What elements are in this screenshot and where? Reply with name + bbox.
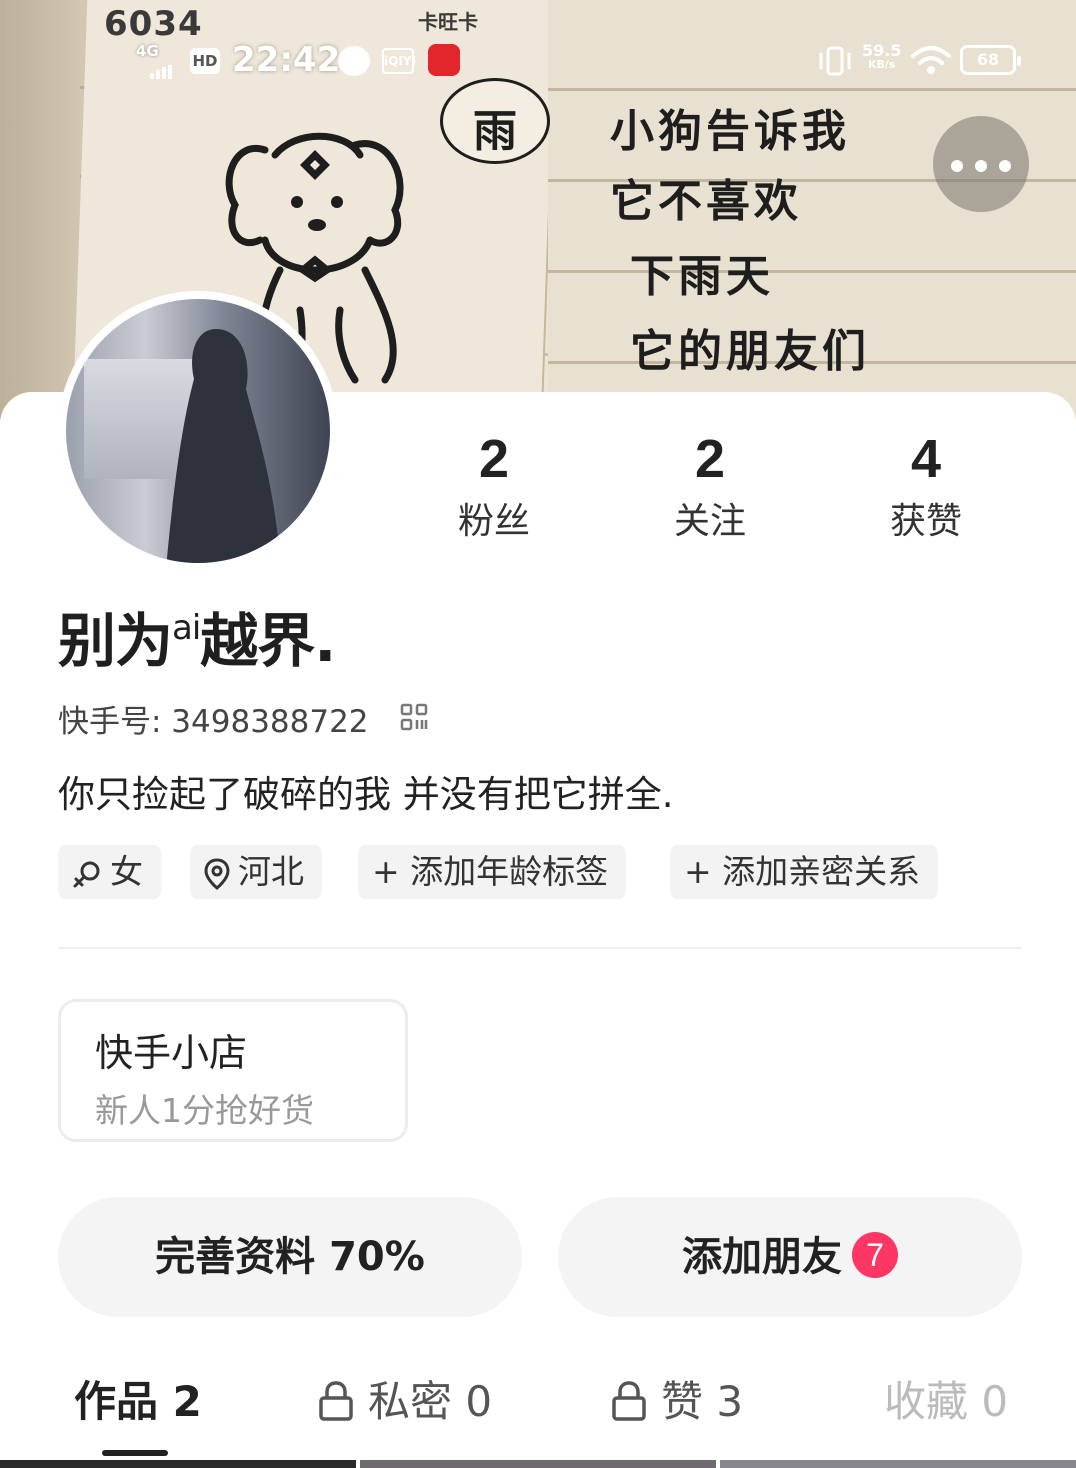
tag-add-age[interactable]: + 添加年龄标签 [358,845,627,899]
divider [58,947,1022,949]
tab-liked[interactable]: 赞 3 [611,1368,743,1429]
add-friends-button[interactable]: 添加朋友 7 [558,1197,1022,1317]
tag-label: 河北 [238,852,304,891]
nickname-part: 别为 [58,607,173,675]
nickname-part: 越界. [200,607,336,675]
status-bar: 4G HD 22:42 iQIYI 59.5 KB/s 68 [0,0,1076,120]
tag-label: 女 [110,852,143,891]
profile-bio: 你只捡起了破碎的我 并没有把它拼全. [58,773,674,816]
status-time: 22:42 [232,40,341,80]
app-notification-icon [428,44,460,76]
tab-favorites[interactable]: 收藏 0 [884,1368,1008,1429]
stat-number: 2 [694,429,726,489]
kuaishou-id: 快手号: 3498388722 [58,704,369,740]
profile-nickname: 别为ai越界. [58,594,336,678]
battery-icon: 68 [960,45,1021,75]
shop-subtitle: 新人1分抢好货 [95,1091,314,1130]
work-thumbnail[interactable] [720,1460,1076,1468]
notification-badge: 7 [852,1232,898,1278]
shop-title: 快手小店 [95,1031,248,1075]
cover-handwriting-line: 它不喜欢 [610,176,802,227]
vibrate-icon [819,46,851,76]
wifi-icon [911,46,951,74]
app-notification-icon [338,46,370,76]
work-thumbnail[interactable] [0,1460,356,1468]
kuaishou-shop-card[interactable]: 快手小店 新人1分抢好货 [58,999,408,1142]
stat-number: 2 [478,429,510,489]
stat-likes[interactable]: 4 获赞 [846,424,1006,550]
qr-code-icon[interactable] [400,703,428,731]
tag-gender[interactable]: 女 [58,845,161,899]
more-options-button[interactable] [933,116,1029,212]
tab-label: 私密 0 [368,1377,493,1426]
complete-profile-button[interactable]: 完善资料 70% [58,1197,522,1317]
stat-following[interactable]: 2 关注 [630,424,790,550]
lock-icon [612,1380,646,1421]
works-grid-preview [0,1460,1076,1468]
cover-handwriting-line: 下雨天 [630,251,774,302]
signal-icon [150,60,174,79]
hd-icon: HD [190,48,220,74]
location-pin-icon [204,857,230,890]
female-icon [73,861,100,887]
tag-add-relationship[interactable]: + 添加亲密关系 [670,845,939,899]
cover-handwriting-line: 它的朋友们 [630,326,870,377]
nickname-superscript: ai [172,608,201,648]
avatar-silhouette [166,329,281,563]
lock-icon [319,1380,353,1421]
iqiyi-icon: iQIYI [382,48,416,74]
active-tab-indicator [102,1450,168,1456]
tag-location[interactable]: 河北 [190,845,322,899]
avatar[interactable] [66,299,330,563]
network-type: 4G [136,42,159,60]
tab-private[interactable]: 私密 0 [318,1368,492,1429]
stat-label: 获赞 [889,501,962,542]
stat-label: 粉丝 [457,501,530,542]
stat-followers[interactable]: 2 粉丝 [414,424,574,550]
work-thumbnail[interactable] [360,1460,716,1468]
tab-works[interactable]: 作品 2 [74,1368,202,1429]
tab-label: 赞 3 [661,1377,744,1426]
more-dots-icon [933,157,1029,176]
stat-label: 关注 [673,501,746,542]
stat-number: 4 [910,429,942,489]
network-speed-unit: KB/s [868,58,896,71]
add-friends-label: 添加朋友 [682,1234,842,1280]
network-speed: 59.5 KB/s [862,43,901,72]
